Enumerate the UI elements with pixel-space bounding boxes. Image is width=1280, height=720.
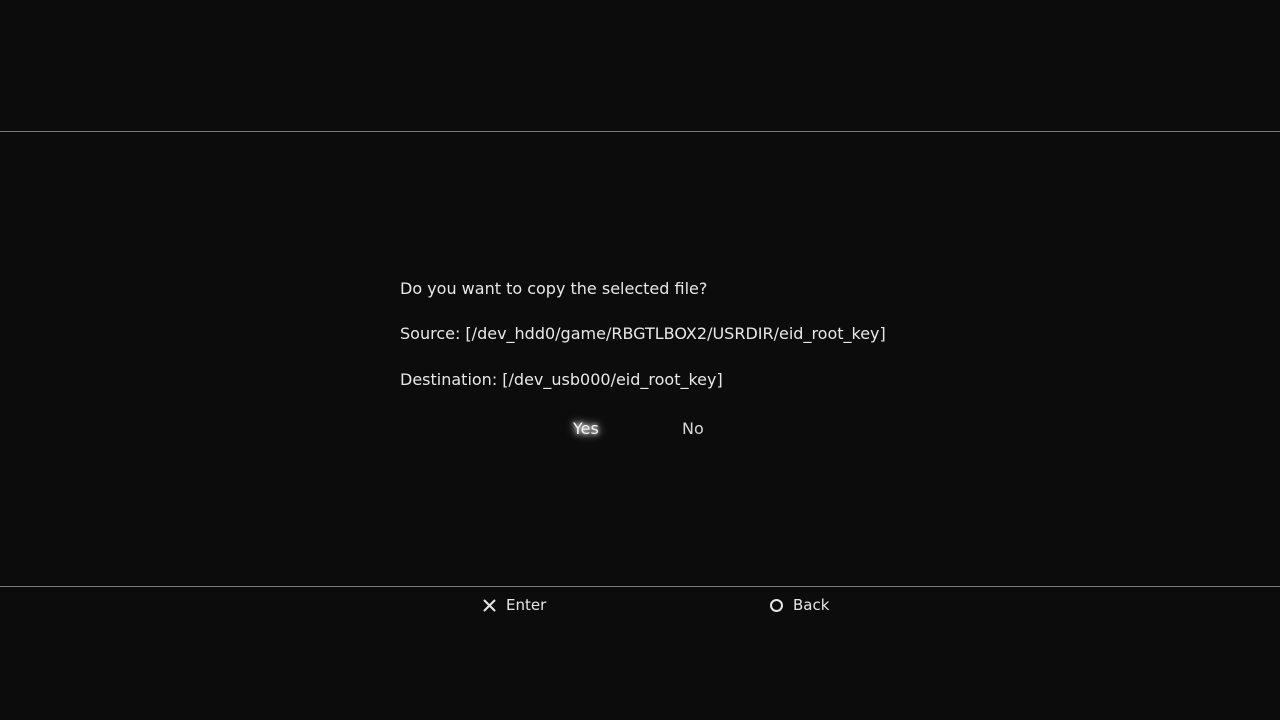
enter-label: Enter — [506, 596, 547, 614]
back-hint[interactable]: Back — [769, 594, 829, 616]
back-label: Back — [793, 596, 830, 614]
no-button[interactable]: No — [682, 418, 704, 440]
circle-button-icon — [769, 598, 784, 613]
enter-hint[interactable]: Enter — [482, 594, 546, 616]
dialog-question: Do you want to copy the selected file? — [400, 279, 708, 298]
yes-button[interactable]: Yes — [573, 418, 599, 440]
top-divider — [0, 131, 1280, 132]
source-path: Source: [/dev_hdd0/game/RBGTLBOX2/USRDIR… — [400, 324, 886, 343]
cross-button-icon — [482, 598, 497, 613]
bottom-divider — [0, 586, 1280, 587]
confirm-copy-screen: Do you want to copy the selected file? S… — [0, 0, 1280, 720]
destination-path: Destination: [/dev_usb000/eid_root_key] — [400, 370, 723, 389]
